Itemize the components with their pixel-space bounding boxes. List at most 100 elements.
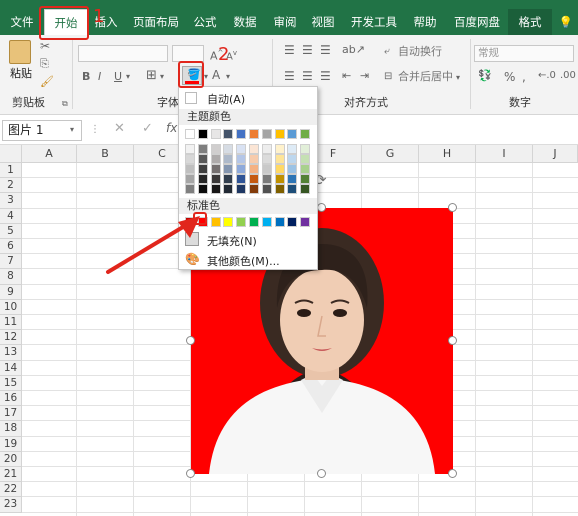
standard-color-swatch[interactable] xyxy=(236,217,247,227)
theme-shade-swatch[interactable] xyxy=(261,174,272,184)
row-header[interactable]: 12 xyxy=(0,330,22,346)
borders-icon[interactable]: ⊞ xyxy=(146,69,157,83)
standard-color-swatch[interactable] xyxy=(261,217,272,227)
decrease-indent-icon[interactable]: ⇤ xyxy=(342,69,351,83)
row-header[interactable]: 8 xyxy=(0,269,22,285)
underline-button[interactable]: U xyxy=(114,70,122,84)
more-colors-option[interactable]: 其他颜色(M)... xyxy=(207,253,280,269)
align-right-icon[interactable]: ☰ xyxy=(320,69,331,83)
orientation-icon[interactable]: ab↗ xyxy=(342,43,365,57)
tab-view[interactable]: 视图 xyxy=(306,9,340,35)
column-header[interactable]: A xyxy=(22,145,77,163)
row-header[interactable]: 10 xyxy=(0,299,22,315)
automatic-option[interactable]: 自动(A) xyxy=(207,91,245,107)
theme-shade-swatch[interactable] xyxy=(236,164,247,174)
percent-button[interactable]: % xyxy=(504,70,515,84)
row-header[interactable]: 16 xyxy=(0,391,22,407)
column-header[interactable]: I xyxy=(476,145,533,163)
chevron-down-icon[interactable]: ▾ xyxy=(70,125,74,134)
tab-baidu-netdisk[interactable]: 百度网盘 xyxy=(448,9,506,35)
theme-shade-swatch[interactable] xyxy=(185,174,195,184)
select-all-corner[interactable] xyxy=(0,145,22,163)
theme-shade-swatch[interactable] xyxy=(287,174,298,184)
column-header[interactable]: H xyxy=(419,145,476,163)
theme-shade-swatch[interactable] xyxy=(287,144,298,154)
column-header[interactable]: B xyxy=(77,145,134,163)
decrease-decimal-icon[interactable]: .00 xyxy=(560,69,576,83)
standard-color-swatch[interactable] xyxy=(210,217,221,227)
resize-handle[interactable] xyxy=(186,469,195,478)
tab-file[interactable]: 文件 xyxy=(4,9,40,35)
theme-shade-swatch[interactable] xyxy=(249,184,259,194)
theme-color-swatch[interactable] xyxy=(197,129,208,139)
align-middle-icon[interactable]: ☰ xyxy=(302,43,313,57)
resize-handle[interactable] xyxy=(186,336,195,345)
theme-color-swatch[interactable] xyxy=(236,129,247,139)
bold-button[interactable]: B xyxy=(82,70,90,84)
standard-color-swatch[interactable] xyxy=(249,217,259,227)
theme-shade-swatch[interactable] xyxy=(223,184,234,194)
row-header[interactable]: 11 xyxy=(0,315,22,331)
theme-shade-swatch[interactable] xyxy=(300,154,311,164)
theme-shade-swatch[interactable] xyxy=(210,184,221,194)
theme-shade-swatch[interactable] xyxy=(274,154,285,164)
row-header[interactable]: 22 xyxy=(0,482,22,498)
theme-shade-swatch[interactable] xyxy=(249,144,259,154)
column-header[interactable]: J xyxy=(533,145,578,163)
theme-shade-swatch[interactable] xyxy=(287,164,298,174)
row-header[interactable]: 20 xyxy=(0,451,22,467)
wrap-text-icon[interactable]: ⤶ xyxy=(384,45,390,59)
row-header[interactable]: 19 xyxy=(0,436,22,452)
increase-indent-icon[interactable]: ⇥ xyxy=(360,69,369,83)
row-header[interactable]: 9 xyxy=(0,284,22,300)
theme-shade-swatch[interactable] xyxy=(261,144,272,154)
copy-icon[interactable]: ⎘ xyxy=(40,57,49,71)
theme-shade-swatch[interactable] xyxy=(185,184,195,194)
row-header[interactable]: 14 xyxy=(0,360,22,376)
chevron-down-icon[interactable]: ▾ xyxy=(204,70,208,84)
tab-formulas[interactable]: 公式 xyxy=(188,9,222,35)
chevron-down-icon[interactable]: ▾ xyxy=(226,70,230,84)
comma-button[interactable]: , xyxy=(522,70,526,84)
theme-color-swatch[interactable] xyxy=(223,129,234,139)
tab-review[interactable]: 审阅 xyxy=(268,9,302,35)
align-bottom-icon[interactable]: ☰ xyxy=(320,43,331,57)
row-header[interactable]: 21 xyxy=(0,467,22,483)
insert-function-button[interactable]: fx xyxy=(166,121,177,135)
enter-button[interactable]: ✓ xyxy=(142,121,153,136)
row-header[interactable]: 15 xyxy=(0,375,22,391)
paste-icon[interactable] xyxy=(9,40,31,64)
theme-shade-swatch[interactable] xyxy=(223,164,234,174)
theme-shade-swatch[interactable] xyxy=(197,144,208,154)
theme-shade-swatch[interactable] xyxy=(185,154,195,164)
theme-color-swatch[interactable] xyxy=(274,129,285,139)
resize-handle[interactable] xyxy=(317,203,326,212)
standard-color-swatch[interactable] xyxy=(300,217,311,227)
theme-shade-swatch[interactable] xyxy=(223,144,234,154)
increase-decimal-icon[interactable]: ←.0 xyxy=(538,69,556,83)
standard-color-swatch[interactable] xyxy=(223,217,234,227)
theme-shade-swatch[interactable] xyxy=(197,174,208,184)
format-painter-icon[interactable]: 🖌 xyxy=(40,75,54,89)
merge-center-icon[interactable]: ⊟ xyxy=(384,70,392,84)
theme-shade-swatch[interactable] xyxy=(210,164,221,174)
theme-shade-swatch[interactable] xyxy=(274,184,285,194)
chevron-down-icon[interactable]: ▾ xyxy=(456,71,460,85)
italic-button[interactable]: I xyxy=(98,70,101,84)
theme-color-swatch[interactable] xyxy=(210,129,221,139)
font-size-select[interactable] xyxy=(172,45,204,62)
theme-shade-swatch[interactable] xyxy=(274,164,285,174)
theme-color-swatch[interactable] xyxy=(249,129,259,139)
row-header[interactable]: 3 xyxy=(0,193,22,209)
theme-shade-swatch[interactable] xyxy=(249,154,259,164)
theme-shade-swatch[interactable] xyxy=(274,174,285,184)
theme-color-swatch[interactable] xyxy=(185,129,195,139)
resize-handle[interactable] xyxy=(448,336,457,345)
row-header[interactable]: 4 xyxy=(0,208,22,224)
theme-shade-swatch[interactable] xyxy=(210,154,221,164)
theme-shade-swatch[interactable] xyxy=(236,154,247,164)
theme-shade-swatch[interactable] xyxy=(185,144,195,154)
theme-shade-swatch[interactable] xyxy=(274,144,285,154)
theme-shade-swatch[interactable] xyxy=(261,184,272,194)
row-header[interactable]: 1 xyxy=(0,163,22,179)
